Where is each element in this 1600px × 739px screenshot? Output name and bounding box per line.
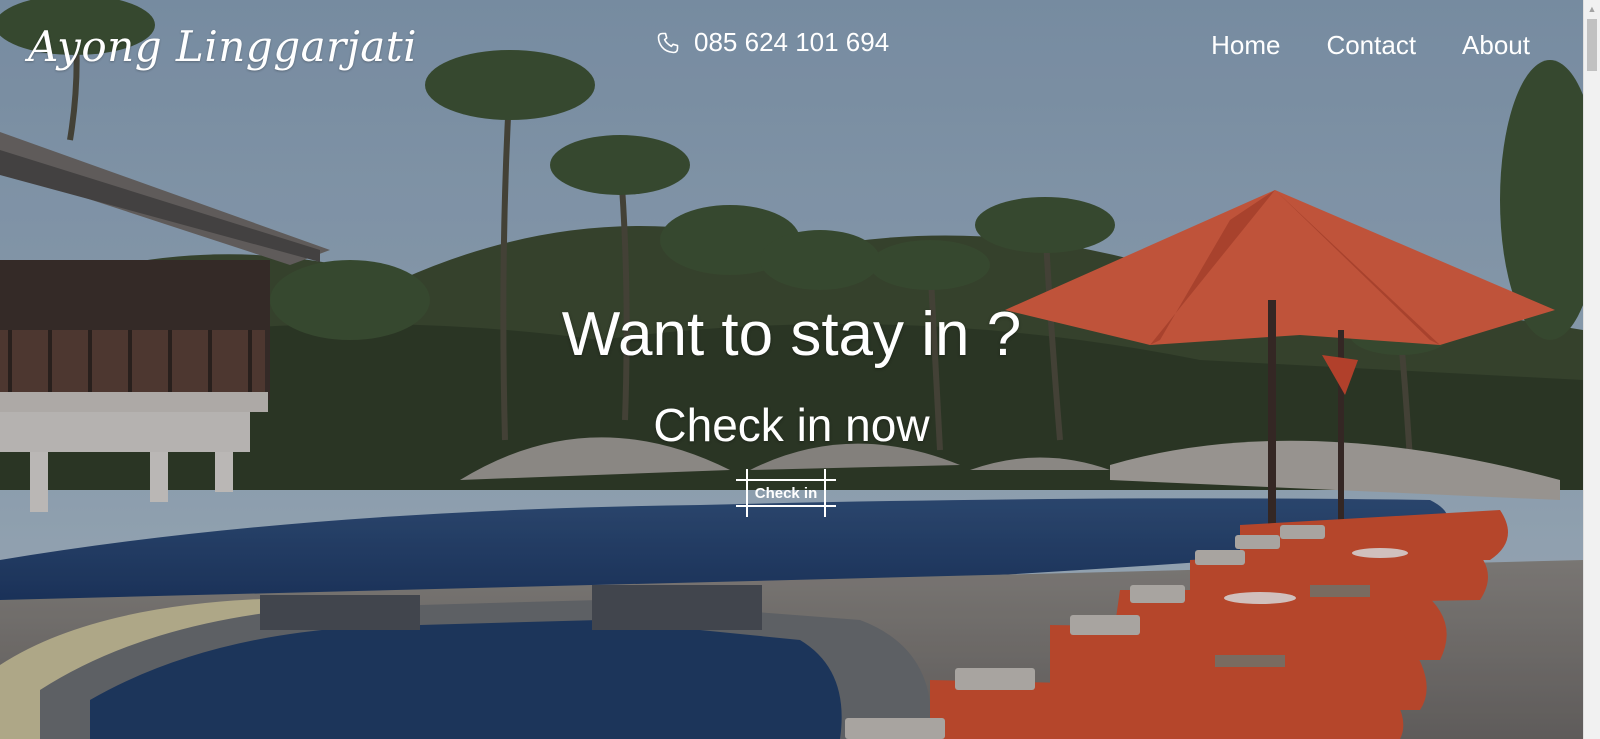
hero-subtitle: Check in now: [653, 399, 930, 451]
vertical-scrollbar[interactable]: ▲: [1583, 0, 1600, 739]
site-logo[interactable]: Ayong Linggarjati: [28, 22, 417, 71]
chevron-up-icon[interactable]: ▲: [1584, 0, 1600, 17]
nav-about[interactable]: About: [1462, 30, 1530, 61]
nav-contact[interactable]: Contact: [1326, 30, 1416, 61]
scrollbar-thumb[interactable]: [1587, 19, 1597, 71]
phone-number: 085 624 101 694: [694, 27, 890, 57]
check-in-button[interactable]: Check in: [746, 479, 826, 507]
phone-contact: 085 624 101 694: [656, 27, 889, 58]
check-in-button-wrapper: Check in: [736, 469, 836, 517]
page: Ayong Linggarjati 085 624 101 694 Home C…: [0, 0, 1600, 739]
phone-icon: [656, 31, 680, 55]
main-nav: Home Contact About: [1211, 30, 1530, 61]
nav-home[interactable]: Home: [1211, 30, 1280, 61]
hero-title: Want to stay in ?: [561, 300, 1022, 369]
